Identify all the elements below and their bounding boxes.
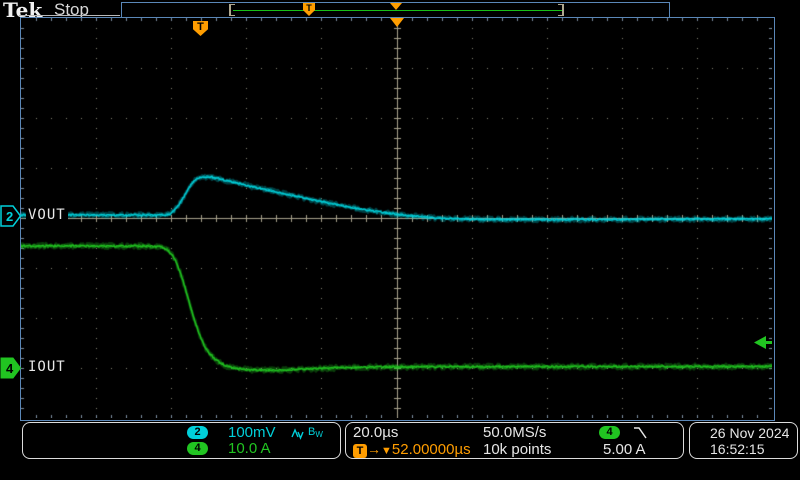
trigger-t-icon: T <box>353 444 367 458</box>
window-bracket-left <box>229 4 235 16</box>
svg-text:4: 4 <box>6 361 14 376</box>
ch2-badge: 2 <box>187 426 208 439</box>
ch2-scale-readout: 100mV <box>228 424 276 441</box>
datetime-box: 26 Nov 2024 16:52:15 <box>689 422 798 459</box>
waveform-canvas <box>21 18 772 418</box>
record-waveform-preview <box>233 10 562 11</box>
sample-rate-readout: 50.0MS/s <box>483 424 546 441</box>
ch4-trace-label: IOUT <box>26 358 68 376</box>
channel-readouts-box: 2 100mV BW 4 10.0 A <box>22 422 341 459</box>
logo-underline <box>19 15 120 16</box>
horizontal-trigger-box: 20.0µs 50.0MS/s 4 T→▼52.00000µs 10k poin… <box>345 422 684 459</box>
expansion-point-triangle-icon <box>390 18 404 27</box>
record-view-bar: T <box>121 2 670 18</box>
date-readout: 26 Nov 2024 <box>710 425 789 441</box>
oscilloscope-screen: Tek Stop T T 2 VOUT 4 IOUT 2 100mV BW 4 … <box>0 0 800 480</box>
ch2-coupling-icon <box>291 428 306 440</box>
timebase-readout: 20.0µs <box>353 424 398 441</box>
record-expansion-triangle-icon <box>390 3 402 10</box>
ch4-scale-readout: 10.0 A <box>228 440 271 457</box>
svg-text:2: 2 <box>6 209 13 224</box>
time-readout: 16:52:15 <box>710 441 765 457</box>
ch4-badge: 4 <box>187 442 208 455</box>
record-trigger-marker-icon: T <box>303 3 315 16</box>
ch4-reference-marker: 4 <box>0 357 23 379</box>
ch2-bandwidth-limit-icon: BW <box>308 426 323 439</box>
ch2-trace-label: VOUT <box>26 206 68 224</box>
trigger-level-readout: 5.00 A <box>603 441 646 458</box>
record-length-readout: 10k points <box>483 441 551 458</box>
trigger-source-badge: 4 <box>599 426 620 439</box>
graticule <box>20 17 775 421</box>
trigger-slope-falling-icon <box>633 426 649 439</box>
trigger-delay-value: 52.00000µs <box>392 441 471 458</box>
arrow-right-icon: → <box>367 441 381 457</box>
triangle-down-icon: ▼ <box>381 445 392 457</box>
window-bracket-right <box>558 4 564 16</box>
trigger-level-arrow-icon <box>752 335 772 351</box>
ch2-reference-marker: 2 <box>0 205 23 227</box>
trigger-delay-readout: T→▼52.00000µs <box>353 441 471 459</box>
